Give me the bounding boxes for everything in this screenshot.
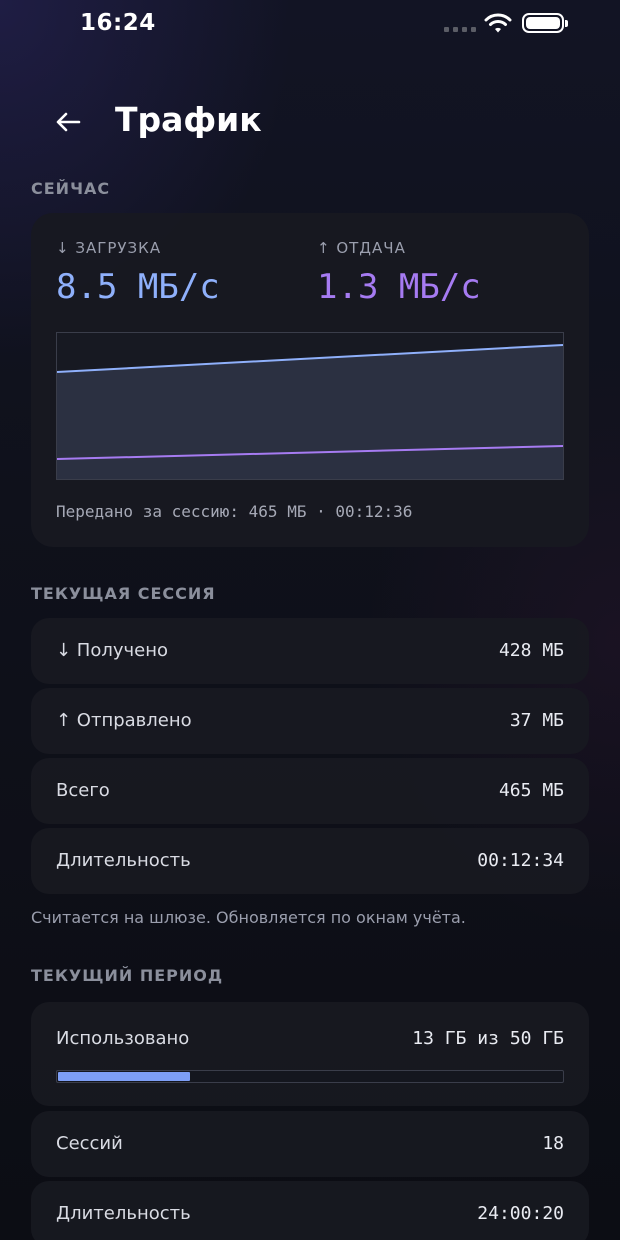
section-label-now: СЕЙЧАС xyxy=(31,179,111,198)
page-title: Трафик xyxy=(115,100,262,139)
cellular-signal-icon xyxy=(444,27,476,32)
period-usage-card: Использовано 13 ГБ из 50 ГБ xyxy=(31,1002,589,1106)
row-value: 00:12:34 xyxy=(477,850,564,871)
live-speed-card: ↓ ЗАГРУЗКА 8.5 МБ/с ↑ ОТДАЧА 1.3 МБ/с Пе… xyxy=(31,213,589,547)
usage-value: 13 ГБ из 50 ГБ xyxy=(412,1028,564,1049)
row-value: 428 МБ xyxy=(498,640,564,661)
period-row-sessions: Сессий 18 xyxy=(31,1111,589,1177)
download-speed: 8.5 МБ/с xyxy=(56,267,220,307)
back-button[interactable] xyxy=(50,104,86,140)
status-bar: 16:24 xyxy=(0,0,620,48)
row-value: 37 МБ xyxy=(509,710,564,731)
download-area xyxy=(57,345,563,479)
session-row-received: ↓ Получено 428 МБ xyxy=(31,618,589,684)
row-label: Длительность xyxy=(56,850,191,871)
upload-speed: 1.3 МБ/с xyxy=(317,267,481,307)
wifi-icon xyxy=(484,13,512,33)
session-row-sent: ↑ Отправлено 37 МБ xyxy=(31,688,589,754)
status-time: 16:24 xyxy=(80,10,156,36)
download-label: ↓ ЗАГРУЗКА xyxy=(56,239,162,257)
section-label-period: ТЕКУЩИЙ ПЕРИОД xyxy=(31,966,224,985)
row-label: ↓ Получено xyxy=(56,640,168,661)
session-note: Считается на шлюзе. Обновляется по окнам… xyxy=(31,908,466,927)
row-label: Всего xyxy=(56,780,110,801)
period-row-duration: Длительность 24:00:20 xyxy=(31,1181,589,1240)
row-value: 18 xyxy=(542,1133,564,1154)
row-label: Длительность xyxy=(56,1203,191,1224)
row-value: 465 МБ xyxy=(498,780,564,801)
speed-chart xyxy=(56,332,564,480)
session-row-total: Всего 465 МБ xyxy=(31,758,589,824)
row-value: 24:00:20 xyxy=(477,1203,564,1224)
row-label: Сессий xyxy=(56,1133,123,1154)
usage-label: Использовано xyxy=(56,1028,190,1049)
session-row-duration: Длительность 00:12:34 xyxy=(31,828,589,894)
section-label-session: ТЕКУЩАЯ СЕССИЯ xyxy=(31,584,216,603)
arrow-left-icon xyxy=(56,112,81,132)
battery-icon xyxy=(522,13,568,33)
usage-progress-bar xyxy=(56,1070,564,1083)
upload-label: ↑ ОТДАЧА xyxy=(317,239,406,257)
usage-progress-fill xyxy=(58,1072,190,1081)
session-transfer-summary: Передано за сессию: 465 МБ · 00:12:36 xyxy=(56,502,413,521)
row-label: ↑ Отправлено xyxy=(56,710,192,731)
